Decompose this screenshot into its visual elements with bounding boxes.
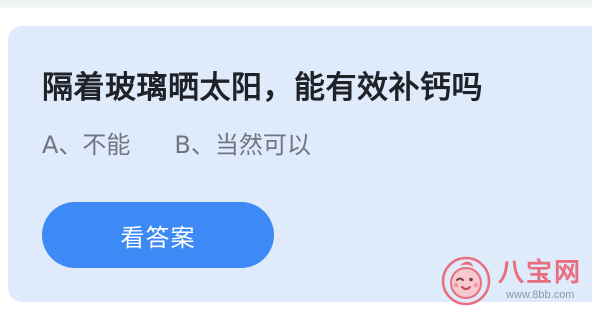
site-watermark: 八宝网 www.8bb.com	[440, 254, 582, 306]
answer-options: A、不能 B、当然可以	[42, 128, 311, 162]
watermark-name: 八宝网	[498, 258, 583, 288]
option-a: A、不能	[42, 131, 131, 159]
baby-face-icon	[441, 256, 491, 306]
previous-card-border	[0, 0, 592, 3]
quiz-page: 隔着玻璃晒太阳，能有效补钙吗 A、不能 B、当然可以 看答案 八宝网 www.8b…	[0, 0, 592, 312]
view-answer-button[interactable]: 看答案	[42, 202, 274, 268]
previous-card-edge	[0, 0, 592, 8]
question-title: 隔着玻璃晒太阳，能有效补钙吗	[42, 70, 483, 106]
option-b: B、当然可以	[174, 131, 311, 159]
watermark-url: www.8bb.com	[506, 289, 575, 301]
